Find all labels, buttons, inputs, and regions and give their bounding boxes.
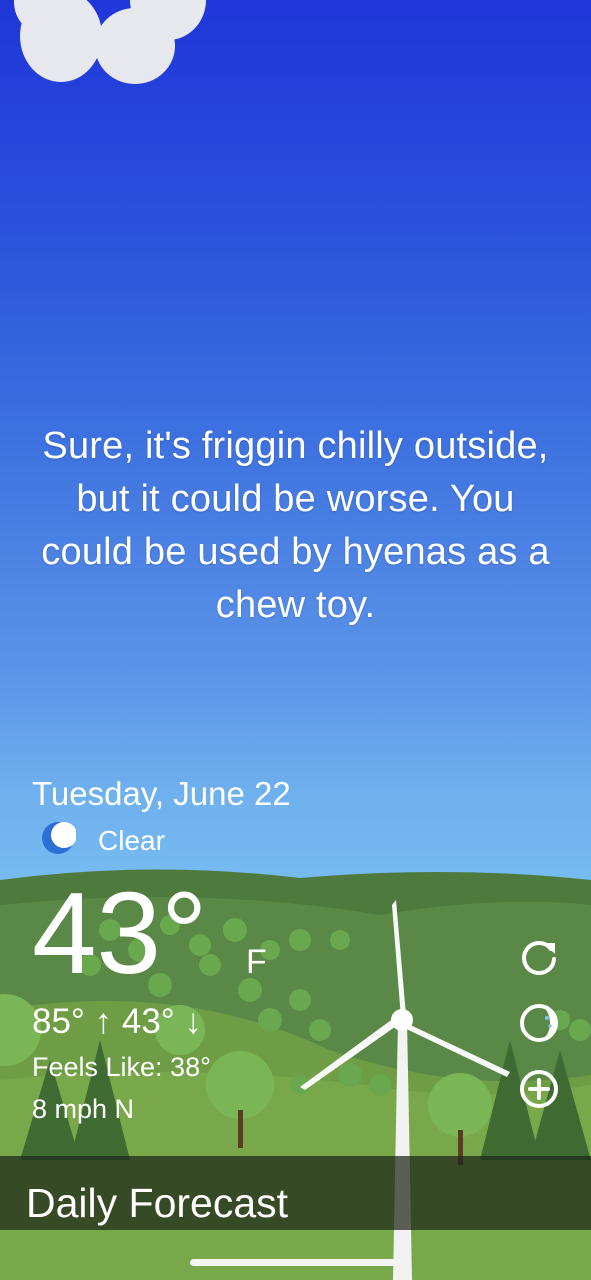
daily-forecast-label[interactable]: Daily Forecast — [26, 1180, 288, 1227]
moon-icon — [40, 820, 77, 861]
current-temperature: 43° — [32, 868, 208, 998]
add-location-icon — [520, 1070, 558, 1108]
high-low-temperature: 85° ↑ 43° ↓ — [32, 1002, 203, 1041]
refresh-icon — [522, 941, 556, 976]
temperature-unit: F — [246, 943, 267, 981]
current-date: Tuesday, June 22 — [32, 775, 291, 812]
refresh-button[interactable] — [514, 932, 564, 982]
moon-phase-icon — [520, 1004, 558, 1042]
condition-label: Clear — [98, 824, 165, 856]
wind-speed: 8 mph N — [32, 1094, 135, 1124]
weather-quote: Sure, it's friggin chilly outside, but i… — [41, 425, 550, 626]
condition-row: Clear — [40, 820, 165, 861]
feels-like: Feels Like: 38° — [32, 1052, 211, 1082]
add-location-button[interactable] — [514, 1064, 564, 1114]
home-indicator[interactable] — [190, 1259, 402, 1266]
landscape-illustration — [0, 869, 591, 1280]
theme-button[interactable] — [514, 998, 564, 1048]
